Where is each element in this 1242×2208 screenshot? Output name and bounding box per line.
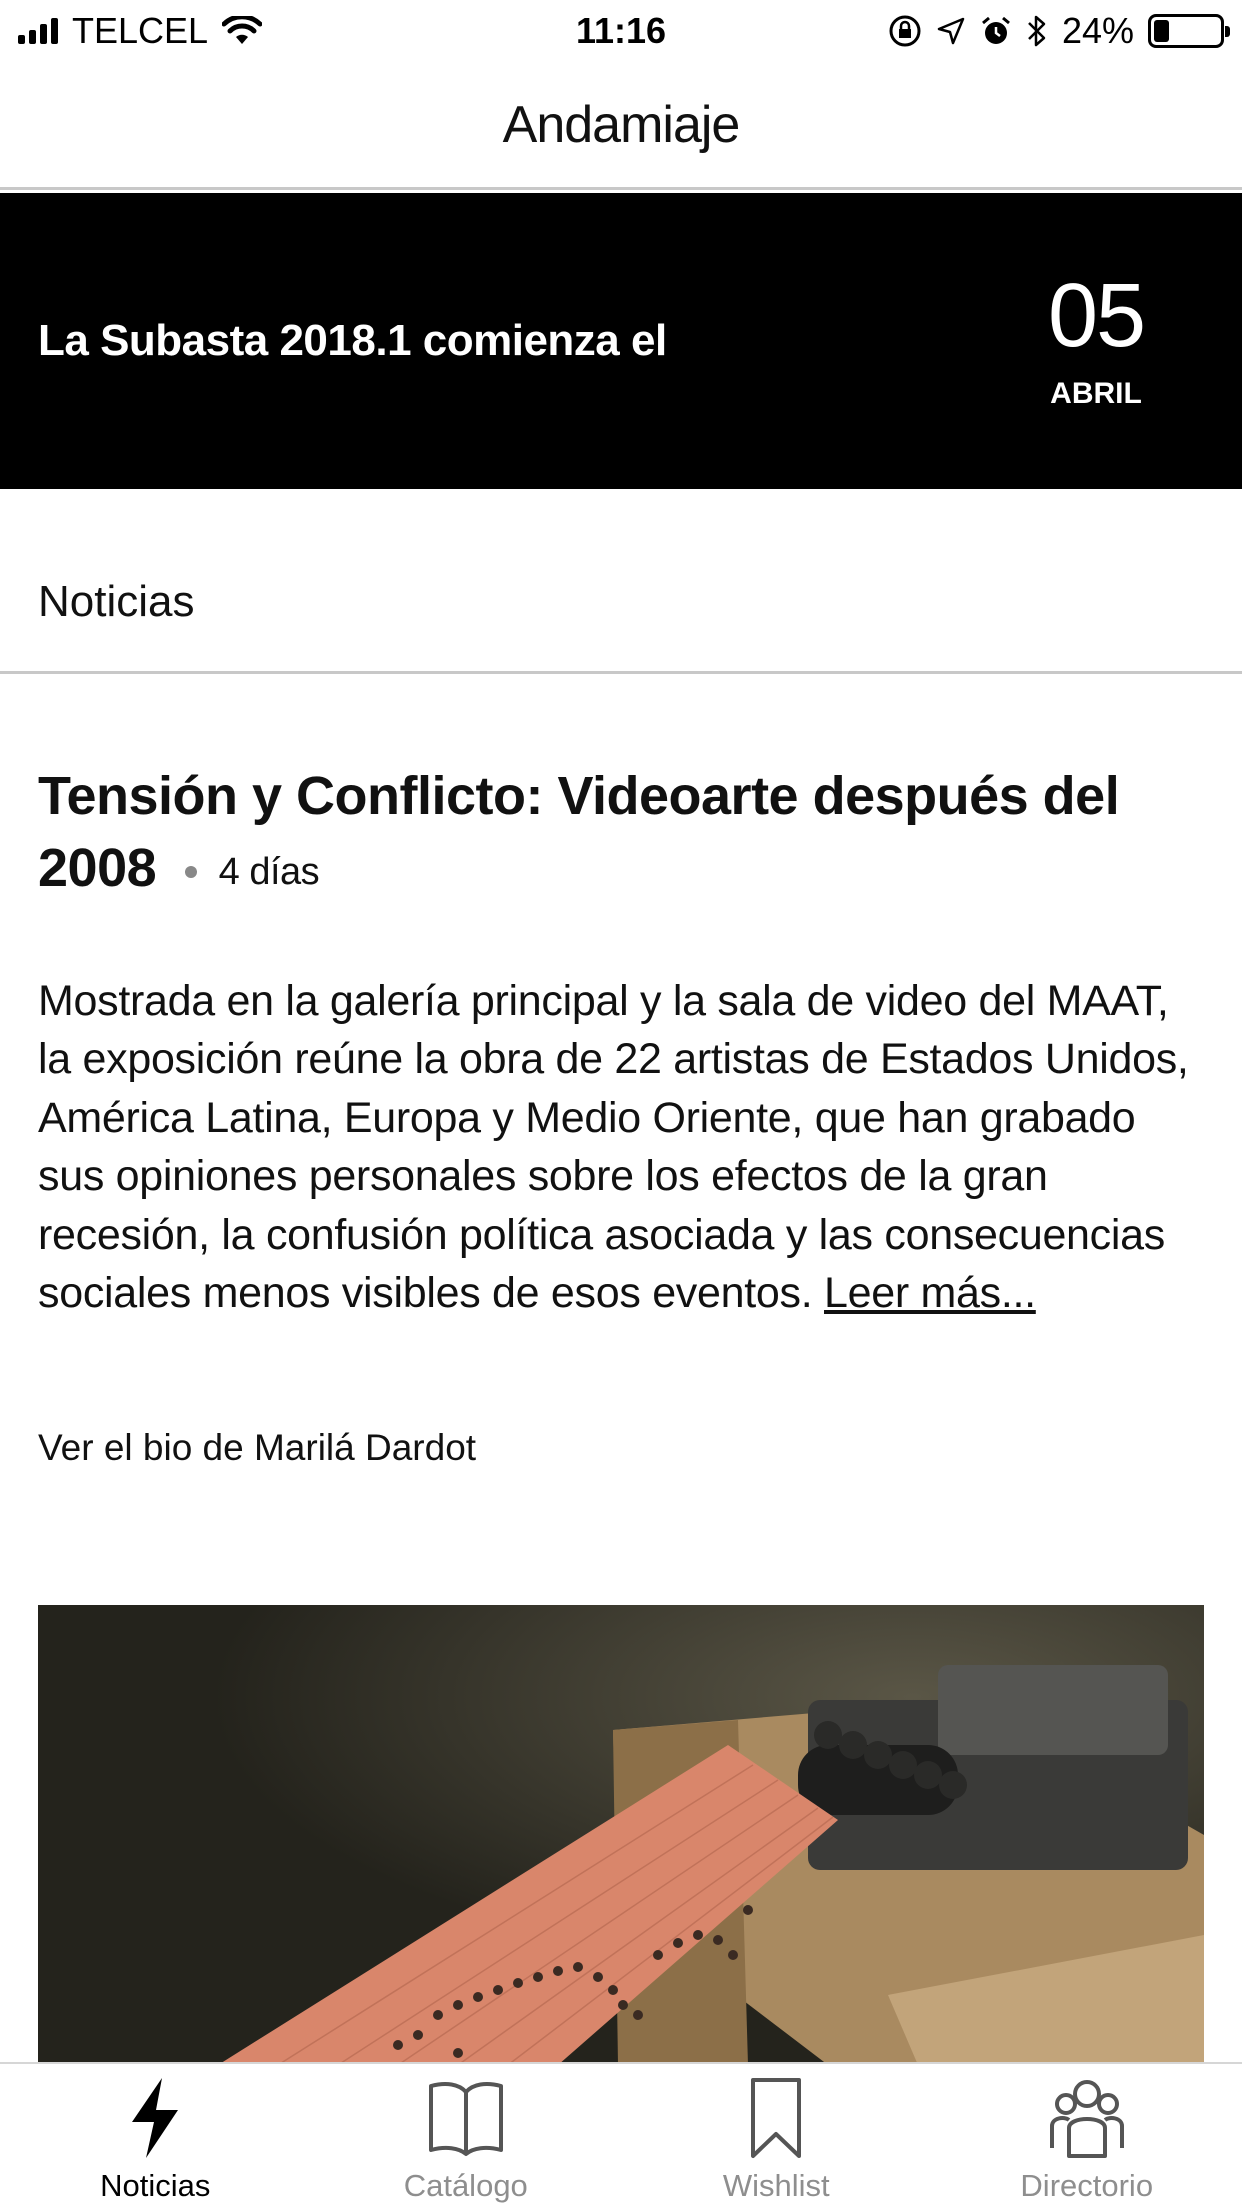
article-meta: 4 días: [184, 836, 320, 908]
tab-label: Noticias: [100, 2168, 211, 2203]
battery-level: [1154, 20, 1170, 42]
people-icon: [1049, 2080, 1124, 2158]
bolt-icon: [132, 2078, 179, 2158]
separator-dot-icon: [184, 865, 197, 878]
status-right: 24%: [888, 10, 1230, 52]
bluetooth-icon: [1028, 15, 1046, 47]
cellular-signal-icon: [18, 18, 58, 44]
battery-icon: [1148, 14, 1230, 48]
wifi-icon: [222, 16, 263, 44]
article-age: 4 días: [218, 850, 320, 893]
artist-bio-link[interactable]: Ver el bio de Marilá Dardot: [38, 1427, 1208, 1469]
article-body: Mostrada en la galería principal y la sa…: [38, 972, 1208, 1323]
banner-day: 05: [1047, 266, 1146, 366]
tab-catalogo[interactable]: Catálogo: [311, 2064, 621, 2208]
tab-wishlist[interactable]: Wishlist: [621, 2064, 931, 2208]
tab-label: Catálogo: [403, 2168, 528, 2203]
tab-bar: Noticias Catálogo Wishlist Directorio: [0, 2062, 1242, 2208]
bookmark-icon: [751, 2078, 802, 2158]
carrier-label: TELCEL: [72, 10, 209, 51]
app-title: Andamiaje: [502, 95, 741, 154]
orientation-lock-icon: [889, 15, 921, 47]
tab-label: Directorio: [1020, 2168, 1154, 2203]
article-headline[interactable]: Tensión y Conflicto: Videoarte después d…: [38, 760, 1208, 908]
tab-directorio[interactable]: Directorio: [932, 2064, 1242, 2208]
location-arrow-icon: [937, 17, 965, 45]
news-article: Tensión y Conflicto: Videoarte después d…: [38, 760, 1208, 1469]
auction-banner[interactable]: La Subasta 2018.1 comienza el 05 ABRIL: [0, 193, 1242, 489]
typewriter-artwork-image: [38, 1605, 1204, 2065]
article-image[interactable]: [38, 1605, 1204, 2065]
banner-date: 05 ABRIL: [1006, 271, 1186, 411]
banner-month: ABRIL: [1050, 377, 1142, 410]
status-bar: TELCEL 11:16 24%: [0, 0, 1242, 62]
section-title: Noticias: [38, 577, 195, 626]
book-icon: [428, 2082, 503, 2156]
tab-noticias[interactable]: Noticias: [0, 2064, 310, 2208]
battery-percent: 24%: [1061, 10, 1134, 51]
nav-header: Andamiaje: [0, 62, 1242, 190]
tab-label: Wishlist: [722, 2168, 830, 2203]
alarm-icon: [981, 16, 1010, 44]
status-left: TELCEL: [18, 10, 263, 52]
section-header: Noticias: [0, 489, 1242, 674]
banner-text: La Subasta 2018.1 comienza el: [38, 316, 667, 365]
article-body-text: Mostrada en la galería principal y la sa…: [38, 976, 1189, 1318]
read-more-link[interactable]: Leer más...: [824, 1269, 1036, 1317]
